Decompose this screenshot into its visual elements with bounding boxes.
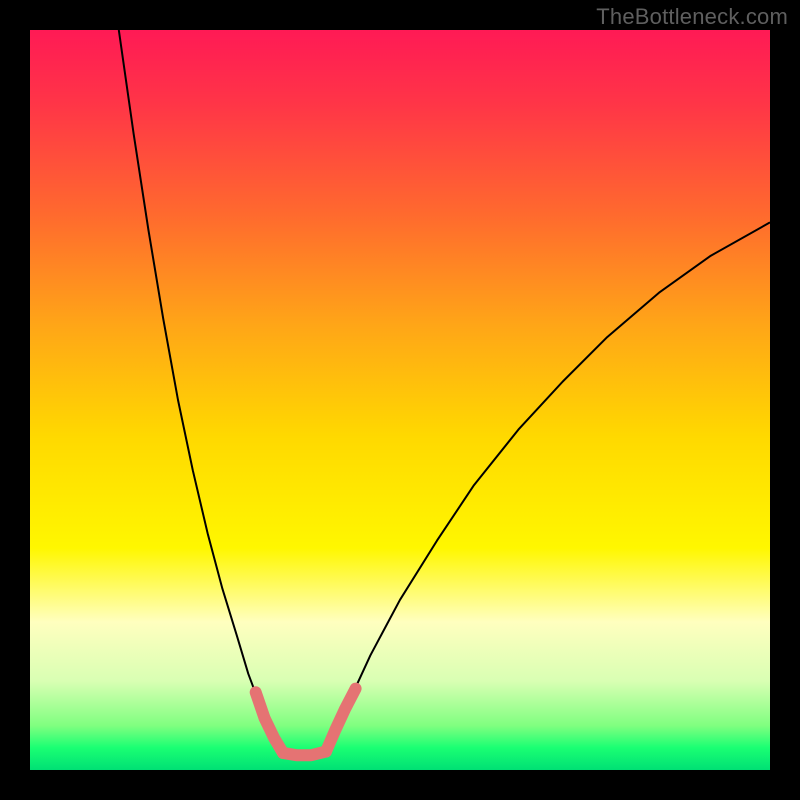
chart-frame: TheBottleneck.com xyxy=(0,0,800,800)
bottleneck-curve-chart xyxy=(30,30,770,770)
series-highlight-bottom xyxy=(283,752,326,756)
plot-area xyxy=(30,30,770,770)
watermark-text: TheBottleneck.com xyxy=(596,4,788,30)
gradient-background xyxy=(30,30,770,770)
